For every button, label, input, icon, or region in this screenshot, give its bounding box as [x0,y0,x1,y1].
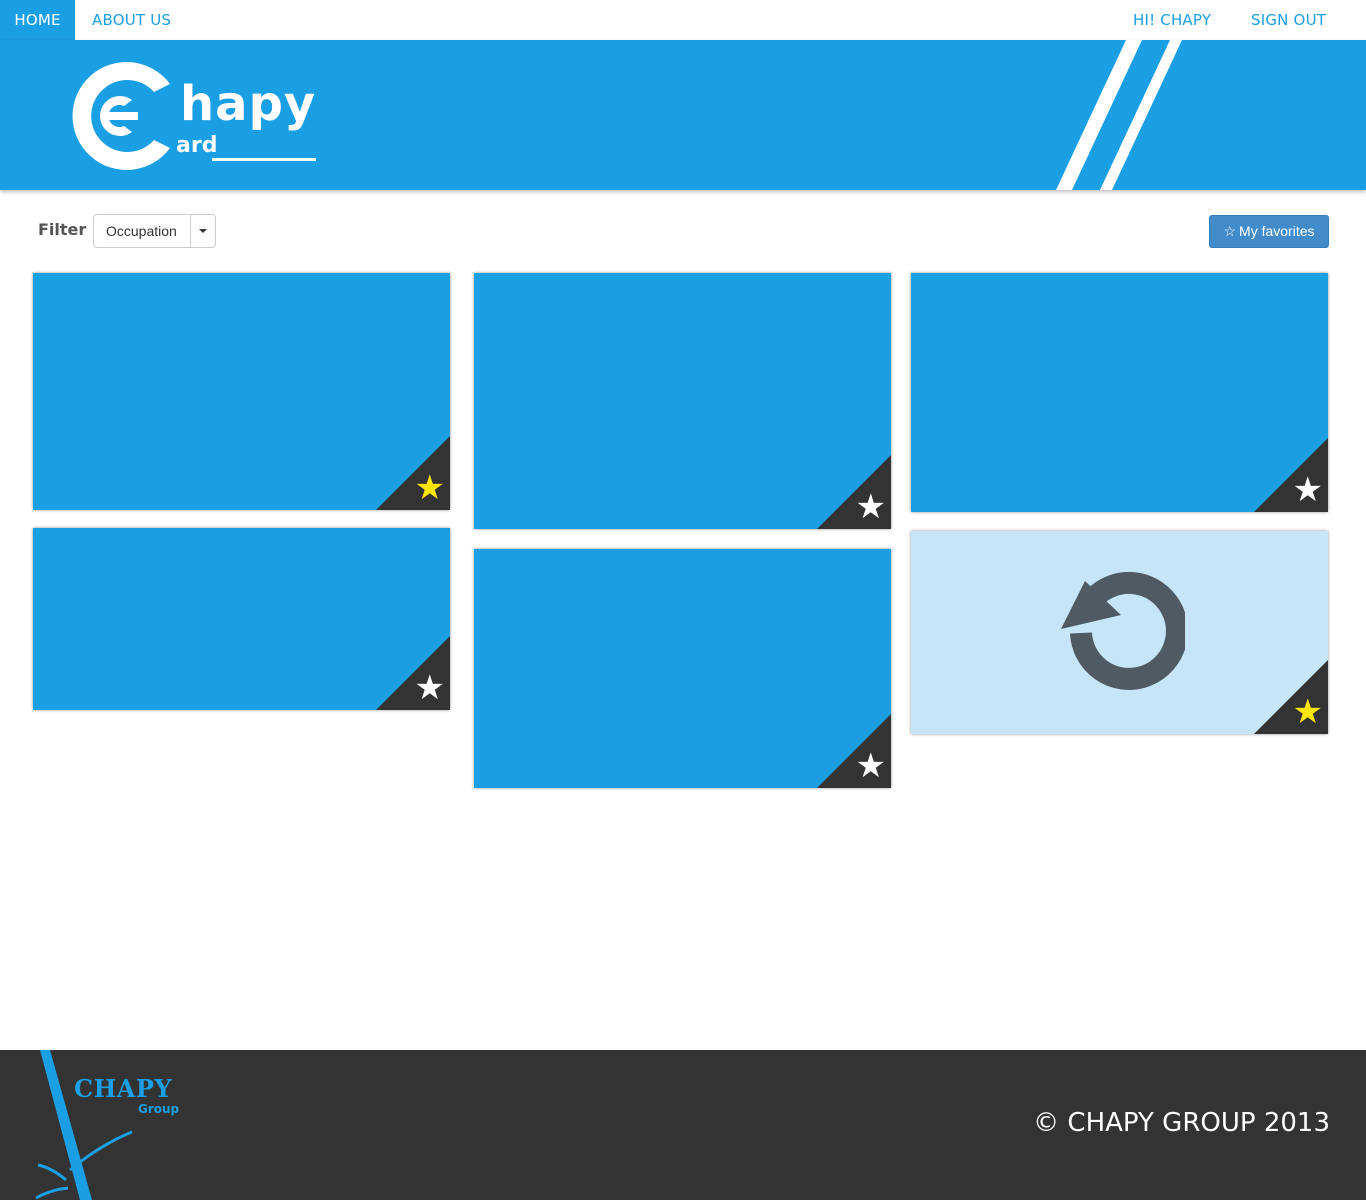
star-icon[interactable]: ★ [1293,471,1323,509]
business-card[interactable]: ★ [33,528,450,710]
star-icon[interactable]: ★ [856,488,886,526]
filter-selected-value: Occupation [106,223,177,239]
business-card[interactable]: ★ [474,273,891,529]
filter-label: Filter [38,220,87,239]
star-filled-icon[interactable]: ★ [1293,693,1323,731]
nav-about-link[interactable]: ABOUT US [92,0,171,40]
star-filled-icon[interactable]: ★ [415,469,445,507]
favorite-corner[interactable]: ★ [376,636,450,710]
favorite-corner[interactable]: ★ [1254,660,1328,734]
logo-word-ard: ard [176,133,218,158]
footer-copyright: © CHAPY GROUP 2013 [1033,1108,1330,1138]
business-card[interactable]: ★ [911,273,1328,512]
logo-word-hapy: hapy [180,76,317,132]
nav-sign-out-link[interactable]: SIGN OUT [1251,0,1326,40]
refresh-icon[interactable] [1059,571,1185,697]
star-icon[interactable]: ★ [856,747,886,785]
my-favorites-button[interactable]: ☆ My favorites [1209,215,1329,248]
header-banner: hapy ard [0,40,1366,190]
nav-user-greeting-link[interactable]: HI! CHAPY [1133,0,1211,40]
footer-brand-name: CHAPY [74,1074,173,1103]
my-favorites-label: My favorites [1239,223,1315,239]
favorite-corner[interactable]: ★ [1254,438,1328,512]
footer-brand-sub: Group [138,1102,180,1116]
favorite-corner[interactable]: ★ [376,436,450,510]
business-card[interactable]: ★ [474,549,891,788]
top-nav: HOME ABOUT US HI! CHAPY SIGN OUT [0,0,1366,40]
star-outline-icon: ☆ [1223,223,1237,239]
business-card-flipped[interactable]: ★ [911,531,1328,734]
business-card[interactable]: ★ [33,273,450,510]
bamboo-logo-icon [35,1050,133,1200]
occupation-filter-select[interactable]: Occupation [93,214,216,248]
favorite-corner[interactable]: ★ [817,455,891,529]
footer: CHAPY Group © CHAPY GROUP 2013 [0,1050,1366,1200]
star-icon[interactable]: ★ [415,669,445,707]
favorite-corner[interactable]: ★ [817,714,891,788]
chevron-down-icon [199,229,207,233]
nav-home-link[interactable]: HOME [0,0,75,40]
chapy-card-logo[interactable]: hapy ard [62,56,324,176]
filter-dropdown-toggle[interactable] [190,215,215,247]
